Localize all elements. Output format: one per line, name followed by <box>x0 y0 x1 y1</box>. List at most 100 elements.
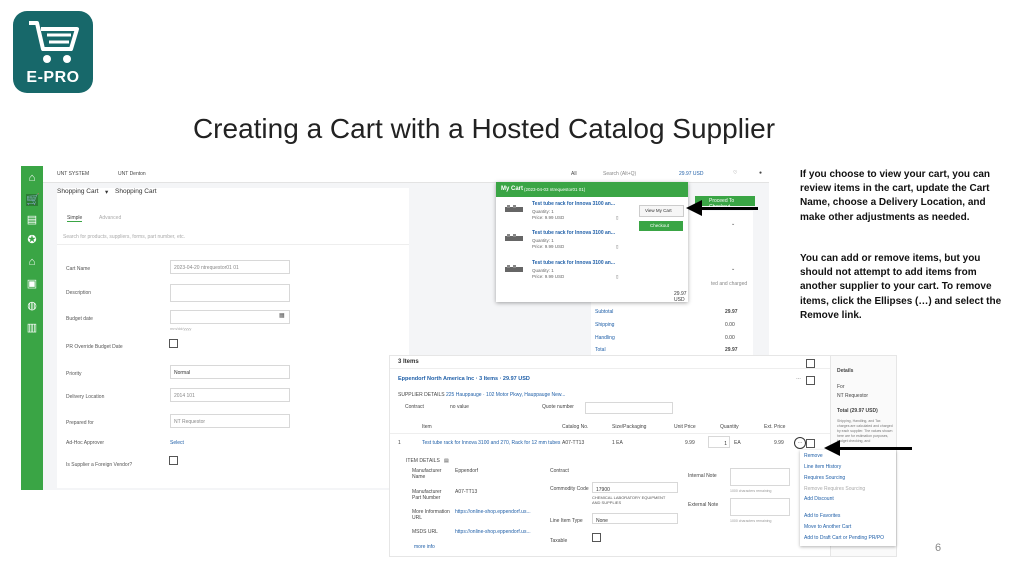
chart-icon[interactable]: ▥ <box>26 322 38 334</box>
delete-icon[interactable]: ▯ <box>616 215 618 221</box>
globe-icon[interactable]: ◍ <box>26 300 38 312</box>
cart-item-name[interactable]: Test tube rack for Innova 3100 an... <box>532 230 615 236</box>
breadcrumb-shopping-cart[interactable]: Shopping Cart <box>57 188 99 195</box>
details-total: Total (29.97 USD) <box>837 408 878 414</box>
supplier-checkbox[interactable] <box>806 376 815 385</box>
cart-form-panel: Shopping Cart ▾ Shopping Cart Simple Adv… <box>57 188 409 488</box>
proceed-checkout-button[interactable]: Proceed To Checkout <box>695 196 755 210</box>
item-checkbox[interactable] <box>806 439 815 448</box>
menu-add-discount[interactable]: Add Discount <box>804 496 834 502</box>
item-description-link[interactable]: Test tube rack for Innova 3100 and 270, … <box>422 440 560 446</box>
view-my-cart-button[interactable]: View My Cart <box>639 205 684 217</box>
prepared-for-input[interactable]: NT Requestor <box>170 414 290 428</box>
internal-note-label: Internal Note <box>688 473 717 479</box>
collapse-icon[interactable]: ⌄ <box>731 266 735 272</box>
details-for-value: NT Requestor <box>837 393 869 399</box>
supplier-ellipsis-button[interactable]: … <box>796 375 801 381</box>
external-note-label: External Note <box>688 502 719 508</box>
part-number-value: A07-TT13 <box>455 489 478 495</box>
override-date-checkbox[interactable] <box>169 339 178 348</box>
popup-header: My Cart (2023-04-03 ntrequestor01 01) <box>496 182 688 197</box>
more-info-url-label: More Information URL <box>412 509 450 521</box>
documents-icon[interactable]: ▤ <box>26 214 38 226</box>
commodity-code-label: Commodity Code <box>550 486 589 492</box>
cart-name-input[interactable]: 2023-04-20 ntrequestor01 01 <box>170 260 290 274</box>
cart-item-price: Price: 9.99 USD <box>532 215 565 220</box>
priority-select[interactable]: Normal <box>170 365 290 379</box>
cart-icon[interactable]: 🛒 <box>26 194 40 206</box>
select-all-checkbox[interactable] <box>806 359 815 368</box>
divider <box>390 433 830 434</box>
truck-icon[interactable]: ▣ <box>26 278 38 290</box>
adhoc-approver-select[interactable]: Select <box>170 440 184 446</box>
col-unit-price: Unit Price <box>674 424 696 430</box>
row-number: 1 <box>398 440 401 446</box>
item-ellipsis-button[interactable]: … <box>794 437 806 449</box>
description-input[interactable] <box>170 284 290 302</box>
menu-remove[interactable]: Remove <box>804 453 823 459</box>
more-info-link[interactable]: more info <box>414 544 435 550</box>
contract-value: no value <box>450 404 469 410</box>
ribbon-icon[interactable]: ✪ <box>26 234 38 246</box>
foreign-vendor-label: Is Supplier a Foreign Vendor? <box>66 462 133 468</box>
search-input[interactable]: Search (Alt+Q) <box>603 171 636 177</box>
supplier-line[interactable]: Eppendorf North America Inc · 3 Items · … <box>398 376 530 382</box>
user-icon[interactable]: ● <box>759 170 762 176</box>
e-pro-logo: E-PRO <box>13 11 93 93</box>
menu-add-to-draft-cart[interactable]: Add to Draft Cart or Pending PR/PO <box>804 535 884 541</box>
my-cart-popup: My Cart (2023-04-03 ntrequestor01 01) Te… <box>496 182 688 303</box>
item-unit-price: 9.99 <box>685 440 695 446</box>
delivery-location-select[interactable]: 2014 101 <box>170 388 290 402</box>
line-item-type-select[interactable]: None <box>592 513 678 524</box>
budget-date-input[interactable] <box>170 310 290 324</box>
description-label: Description <box>66 290 92 296</box>
tab-simple[interactable]: Simple <box>67 215 83 222</box>
cart-total-link[interactable]: 29.97 USD <box>679 171 703 177</box>
menu-requires-sourcing[interactable]: Requires Sourcing <box>804 475 845 481</box>
col-item: Item <box>422 424 432 430</box>
slide-title: Creating a Cart with a Hosted Catalog Su… <box>192 113 776 144</box>
delete-icon[interactable]: ▯ <box>616 244 618 250</box>
home-icon[interactable]: ⌂ <box>26 172 38 184</box>
supplier-address[interactable]: 225 Hauppauge · 102 Motor Pkwy, Hauppaug… <box>446 392 565 398</box>
logo-text: E-PRO <box>26 69 80 86</box>
shipping-label: Shipping <box>595 322 615 328</box>
bank-icon[interactable]: ⌂ <box>26 256 38 268</box>
date-hint: mm/dd/yyyy <box>170 326 192 331</box>
item-details-label[interactable]: ITEM DETAILS <box>406 458 440 464</box>
foreign-vendor-checkbox[interactable] <box>169 456 178 465</box>
taxable-checkbox[interactable] <box>592 533 601 542</box>
edit-icon[interactable]: ▤ <box>444 458 449 464</box>
internal-note-input[interactable] <box>730 468 790 486</box>
tab-advanced[interactable]: Advanced <box>99 215 121 221</box>
col-quantity: Quantity <box>720 424 739 430</box>
supplier-details-label[interactable]: SUPPLIER DETAILS <box>398 392 445 398</box>
collapse-icon[interactable]: ⌄ <box>731 221 735 227</box>
commodity-code-input[interactable]: 17900 <box>592 482 678 493</box>
item-quantity-input[interactable]: 1 <box>708 436 730 448</box>
item-size: 1 EA <box>612 440 623 446</box>
checkout-button[interactable]: Checkout <box>639 221 683 231</box>
more-info-url-link[interactable]: https://online-shop.eppendorf.us... <box>455 509 531 515</box>
menu-add-to-favorites[interactable]: Add to Favorites <box>804 513 840 519</box>
search-scope-select[interactable]: All <box>571 171 577 177</box>
cart-logo-icon <box>29 21 79 63</box>
calendar-icon[interactable]: ▦ <box>279 312 285 319</box>
adhoc-approver-label: Ad-Hoc Approver <box>66 440 105 446</box>
budget-date-label: Budget date <box>66 316 93 322</box>
menu-move-to-another-cart[interactable]: Move to Another Cart <box>804 524 851 530</box>
msds-url-link[interactable]: https://online-shop.eppendorf.us... <box>455 529 531 535</box>
item-catalog: A07-TT13 <box>562 440 585 446</box>
cart-item-name[interactable]: Test tube rack for Innova 3100 an... <box>532 201 615 207</box>
callout-arrow <box>700 207 758 210</box>
heart-icon[interactable]: ♡ <box>733 170 737 176</box>
cart-item-name[interactable]: Test tube rack for Innova 3100 an... <box>532 260 615 266</box>
external-note-input[interactable] <box>730 498 790 516</box>
menu-line-item-history[interactable]: Line item History <box>804 464 841 470</box>
quote-input[interactable] <box>585 402 673 414</box>
delete-icon[interactable]: ▯ <box>616 274 618 280</box>
org-unit: UNT Denton <box>118 171 146 177</box>
topbar: UNT SYSTEM UNT Denton All Search (Alt+Q)… <box>43 166 769 183</box>
col-ext-price: Ext. Price <box>764 424 786 430</box>
col-size: Size/Packaging <box>612 424 647 430</box>
